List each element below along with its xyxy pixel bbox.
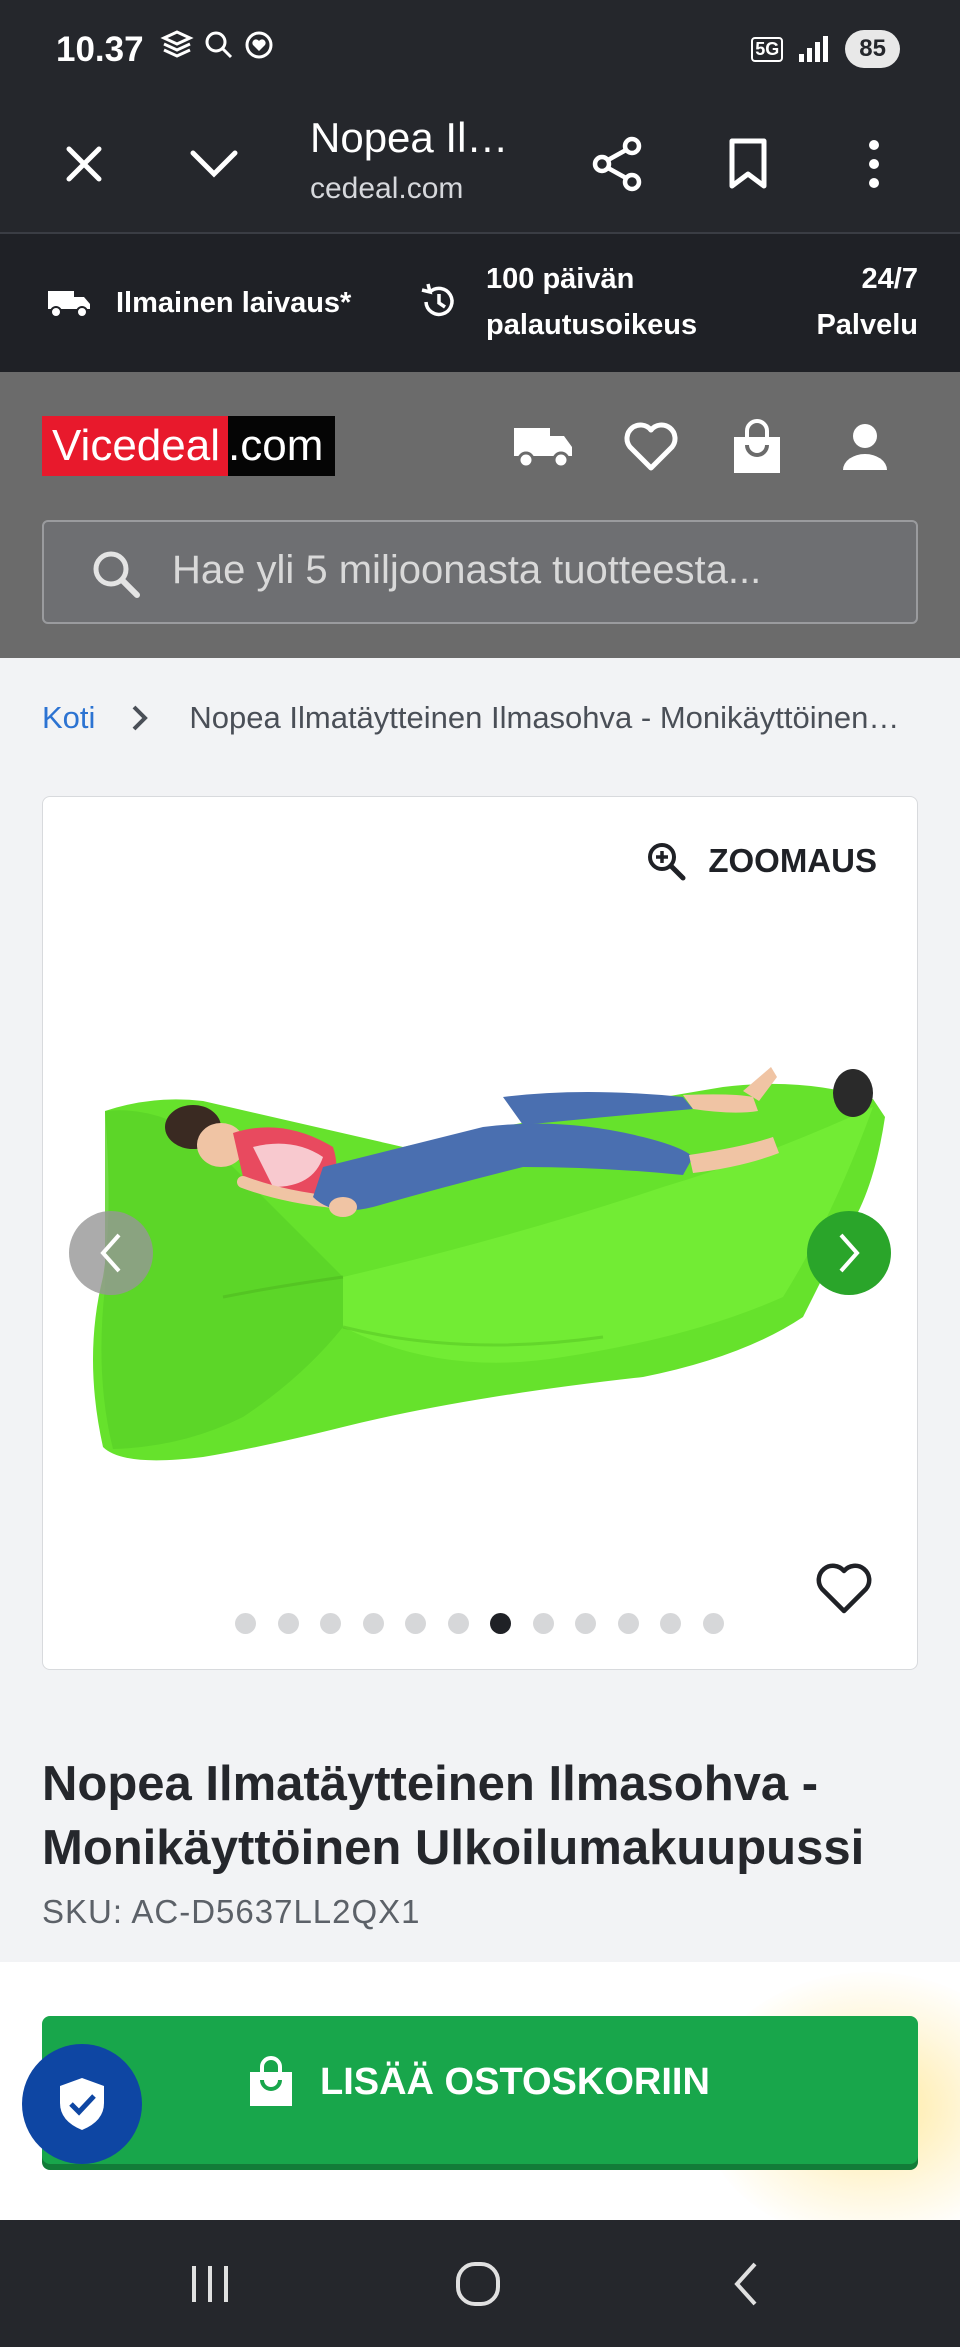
add-to-cart-button[interactable]: LISÄÄ OSTOSKORIIN bbox=[42, 2016, 918, 2164]
bookmark-button[interactable] bbox=[714, 130, 782, 198]
pagination-dot[interactable] bbox=[702, 1613, 724, 1634]
zoom-in-icon bbox=[648, 843, 686, 881]
add-to-cart-content: LISÄÄ OSTOSKORIIN bbox=[248, 2056, 710, 2108]
cart-button[interactable] bbox=[722, 412, 792, 482]
product-title: Nopea Ilmatäytteinen Ilmasohva - Monikäy… bbox=[42, 1752, 922, 1880]
more-vertical-icon bbox=[869, 140, 879, 188]
pagination-dot[interactable] bbox=[447, 1613, 469, 1634]
signal-icon bbox=[799, 36, 829, 62]
truck-icon bbox=[48, 291, 90, 318]
product-image bbox=[93, 1067, 885, 1461]
account-button[interactable] bbox=[830, 412, 900, 482]
promo-service-line2: Palvelu bbox=[816, 309, 918, 341]
promo-shipping-text: Ilmainen laivaus* bbox=[116, 287, 352, 319]
history-icon bbox=[421, 283, 454, 317]
heart-outline-icon bbox=[816, 1563, 872, 1614]
pagination-dot[interactable] bbox=[277, 1613, 299, 1634]
product-title-line1: Nopea Ilmatäytteinen Ilmasohva - bbox=[42, 1757, 819, 1811]
status-system-icons: 5G 85 bbox=[751, 30, 900, 68]
back-button[interactable] bbox=[706, 2254, 786, 2314]
app-notification-icon bbox=[160, 30, 194, 58]
trust-badge[interactable] bbox=[22, 2044, 142, 2164]
share-icon bbox=[592, 136, 642, 192]
pagination-dot[interactable] bbox=[320, 1613, 341, 1634]
page-title: Nopea Il… bbox=[310, 114, 509, 161]
home-circle-icon bbox=[456, 2262, 500, 2306]
system-navigation-bar bbox=[0, 2220, 960, 2347]
logo-part-red: Vicedeal bbox=[42, 416, 228, 476]
delivery-button[interactable] bbox=[508, 412, 578, 482]
shopping-bag-icon bbox=[250, 2056, 292, 2106]
search-input[interactable]: Hae yli 5 miljoonasta tuotteesta... bbox=[42, 520, 918, 624]
add-to-cart-label: LISÄÄ OSTOSKORIIN bbox=[320, 2060, 710, 2103]
pagination-dot[interactable] bbox=[617, 1613, 639, 1634]
close-tab-button[interactable] bbox=[50, 130, 118, 198]
promo-returns: 100 päivän palautusoikeus bbox=[418, 256, 697, 348]
network-label: 5G bbox=[751, 36, 784, 62]
pagination-dot[interactable] bbox=[660, 1613, 681, 1634]
search-placeholder: Hae yli 5 miljoonasta tuotteesta... bbox=[172, 548, 762, 592]
search-icon bbox=[93, 551, 140, 598]
chevron-right-icon bbox=[133, 705, 149, 731]
minimize-button[interactable] bbox=[180, 130, 248, 198]
logo-part-black: .com bbox=[228, 416, 336, 476]
promo-returns-line2: palautusoikeus bbox=[486, 309, 698, 341]
recent-apps-icon bbox=[192, 2266, 228, 2302]
previous-image-button[interactable] bbox=[69, 1211, 153, 1295]
wishlist-button[interactable] bbox=[616, 412, 686, 482]
add-to-cart-bar: LISÄÄ OSTOSKORIIN bbox=[0, 1962, 960, 2220]
battery-indicator: 85 bbox=[845, 30, 900, 68]
promo-shipping: Ilmainen laivaus* bbox=[46, 280, 351, 326]
pagination-dot[interactable] bbox=[575, 1613, 596, 1634]
pagination-dot[interactable] bbox=[405, 1613, 426, 1634]
breadcrumb: Koti Nopea Ilmatäytteinen Ilmasohva - Mo… bbox=[42, 700, 899, 736]
chevron-left-icon bbox=[100, 1233, 121, 1273]
more-menu-button[interactable] bbox=[840, 130, 908, 198]
bookmark-icon bbox=[729, 138, 767, 189]
browser-toolbar: Nopea Il… cedeal.com bbox=[0, 96, 960, 234]
shopping-bag-icon bbox=[734, 419, 780, 473]
chevron-down-icon bbox=[190, 150, 238, 178]
breadcrumb-home-link[interactable]: Koti bbox=[42, 700, 95, 736]
zoom-button[interactable]: ZOOMAUS bbox=[646, 841, 877, 881]
user-icon bbox=[843, 424, 887, 470]
share-button[interactable] bbox=[584, 130, 652, 198]
promo-returns-line1: 100 päivän bbox=[486, 263, 635, 295]
close-icon bbox=[66, 146, 102, 182]
heart-notification-icon bbox=[245, 31, 273, 59]
promo-service-line1: 24/7 bbox=[861, 263, 918, 295]
breadcrumb-current: Nopea Ilmatäytteinen Ilmasohva - Monikäy… bbox=[189, 700, 900, 735]
zoom-label: ZOOMAUS bbox=[708, 842, 877, 879]
shield-check-icon bbox=[60, 2078, 104, 2130]
pagination-dot[interactable] bbox=[490, 1613, 511, 1634]
promo-strip: Ilmainen laivaus* 100 päivän palautusoik… bbox=[0, 234, 960, 372]
status-time: 10.37 bbox=[56, 30, 144, 69]
heart-outline-icon bbox=[624, 422, 678, 471]
favorite-button[interactable] bbox=[815, 1563, 873, 1620]
recent-apps-button[interactable] bbox=[170, 2254, 250, 2314]
truck-icon bbox=[514, 428, 572, 469]
pagination-dot[interactable] bbox=[532, 1613, 554, 1634]
status-notification-icons bbox=[160, 30, 274, 60]
image-pagination-dots bbox=[235, 1613, 724, 1634]
next-image-button[interactable] bbox=[807, 1211, 891, 1295]
site-header: Vicedeal .com Hae yli 5 miljoonasta tuot… bbox=[0, 372, 960, 658]
chevron-right-icon bbox=[839, 1233, 860, 1273]
search-notification-icon bbox=[205, 31, 233, 59]
product-sku: SKU: AC-D5637LL2QX1 bbox=[42, 1893, 421, 1930]
page-url[interactable]: cedeal.com bbox=[310, 172, 463, 206]
status-bar: 10.37 5G 85 bbox=[0, 0, 960, 96]
product-title-line2: Monikäyttöinen Ulkoilumakuupussi bbox=[42, 1821, 865, 1875]
pagination-dot[interactable] bbox=[235, 1613, 256, 1634]
promo-service: 24/7 Palvelu bbox=[816, 256, 918, 348]
pagination-dot[interactable] bbox=[362, 1613, 384, 1634]
site-logo[interactable]: Vicedeal .com bbox=[42, 416, 336, 476]
home-button[interactable] bbox=[438, 2254, 518, 2314]
back-icon bbox=[734, 2262, 757, 2306]
product-gallery: ZOOMAUS bbox=[42, 796, 918, 1670]
